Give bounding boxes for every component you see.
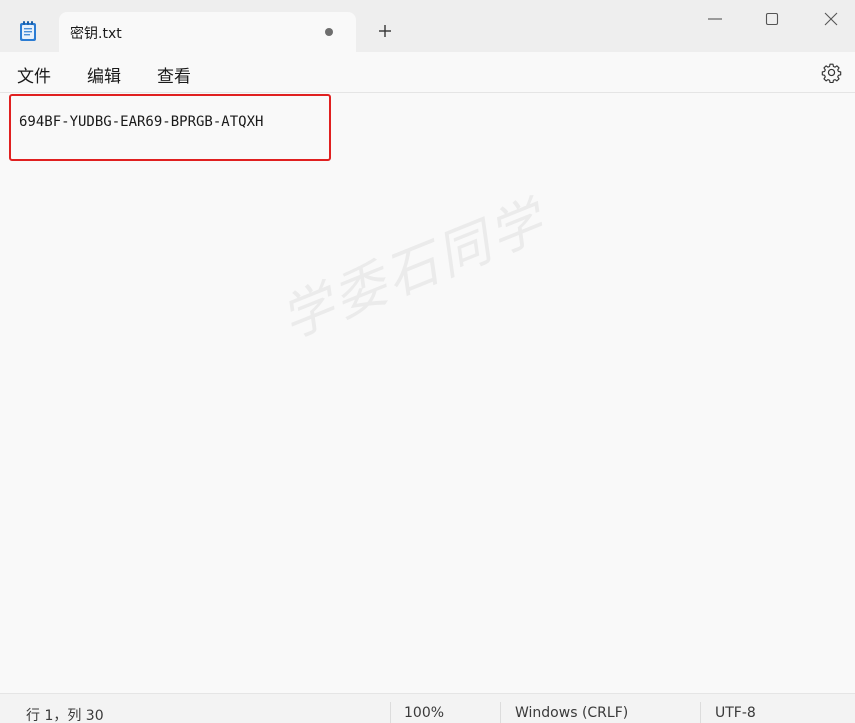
- zoom-level[interactable]: 100%: [404, 705, 444, 721]
- editor-content[interactable]: 694BF-YUDBG-EAR69-BPRGB-ATQXH: [19, 114, 263, 130]
- menu-file[interactable]: 文件: [17, 62, 51, 87]
- watermark: 学委石同学: [272, 190, 555, 351]
- encoding[interactable]: UTF-8: [715, 705, 756, 721]
- menu-view[interactable]: 查看: [157, 62, 191, 87]
- minimize-icon[interactable]: [704, 8, 726, 30]
- unsaved-indicator-icon[interactable]: [325, 28, 333, 36]
- notepad-window: 密钥.txt 文件 编辑 查看 694BF-YUDBG-EAR69-BPRGB-…: [0, 0, 855, 723]
- maximize-icon[interactable]: [761, 8, 783, 30]
- status-divider: [390, 702, 391, 723]
- tab-document[interactable]: 密钥.txt: [59, 12, 356, 52]
- title-bar: 密钥.txt: [0, 0, 855, 52]
- cursor-position: 行 1，列 30: [26, 708, 104, 723]
- gear-icon[interactable]: [821, 62, 842, 83]
- new-tab-plus-icon[interactable]: [376, 22, 394, 40]
- line-ending[interactable]: Windows (CRLF): [515, 705, 628, 721]
- close-icon[interactable]: [820, 8, 842, 30]
- notepad-icon: [20, 21, 36, 41]
- tab-title: 密钥.txt: [70, 26, 122, 42]
- menu-edit[interactable]: 编辑: [87, 62, 121, 87]
- status-divider: [500, 702, 501, 723]
- status-bar: 行 1，列 30 100% Windows (CRLF) UTF-8: [0, 693, 855, 723]
- text-editor[interactable]: 694BF-YUDBG-EAR69-BPRGB-ATQXH 学委石同学: [0, 93, 855, 693]
- status-divider: [700, 702, 701, 723]
- menu-bar: 文件 编辑 查看: [0, 52, 855, 93]
